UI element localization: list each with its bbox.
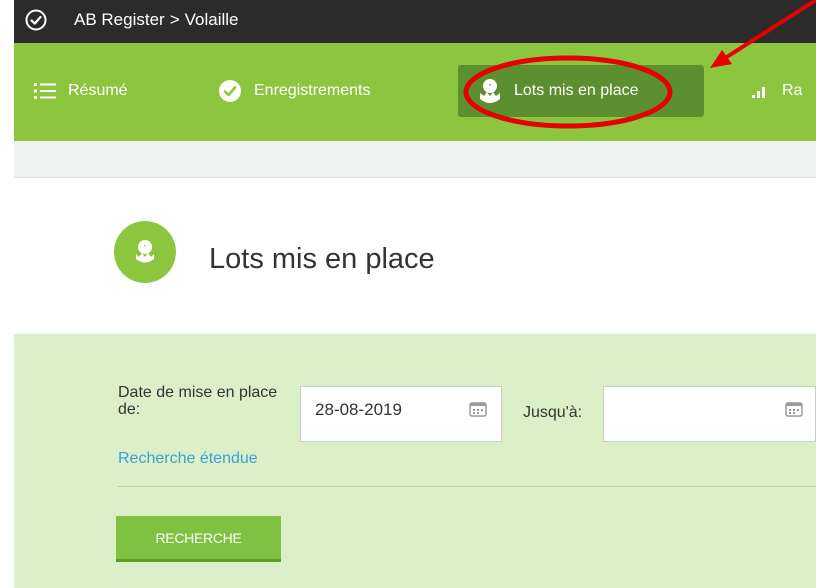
date-from-label: Date de mise en place de: (118, 384, 278, 418)
app-logo-check-icon (25, 9, 47, 31)
app-window: AB Register > Volaille Résumé Enregistreme… (14, 0, 816, 588)
advanced-search-link[interactable]: Recherche étendue (118, 450, 258, 468)
check-circle-icon (218, 79, 242, 103)
list-icon (34, 82, 56, 100)
search-button[interactable]: RECHERCHE (116, 516, 281, 562)
breadcrumb-app[interactable]: AB Register (74, 10, 165, 29)
date-from-input[interactable]: 28-08-2019 (300, 386, 502, 442)
nav-item-resume[interactable]: Résumé (34, 65, 128, 117)
top-bar: AB Register > Volaille (14, 0, 816, 43)
nav-item-label: Ra (782, 82, 803, 99)
nav-item-label: Lots mis en place (514, 82, 639, 99)
form-divider (118, 486, 816, 487)
nav-item-label: Résumé (68, 82, 128, 99)
signal-bars-icon (752, 84, 770, 98)
page-title: Lots mis en place (209, 243, 435, 275)
sub-header-strip (14, 141, 816, 178)
date-to-label: Jusqu'à: (523, 404, 583, 421)
main-nav: Résumé Enregistrements Lots mis en place… (14, 43, 816, 141)
nav-item-lots-mis-en-place[interactable]: Lots mis en place (458, 65, 704, 117)
calendar-icon[interactable] (785, 401, 803, 422)
page-chick-icon (114, 221, 176, 283)
breadcrumb: AB Register > Volaille (74, 10, 239, 30)
nav-item-enregistrements[interactable]: Enregistrements (218, 65, 371, 117)
calendar-icon[interactable] (469, 401, 487, 422)
chick-icon (478, 77, 502, 105)
nav-item-ra[interactable]: Ra (752, 65, 802, 117)
date-to-input[interactable] (603, 386, 816, 442)
nav-item-label: Enregistrements (254, 82, 371, 99)
date-from-value: 28-08-2019 (315, 400, 402, 419)
breadcrumb-section[interactable]: Volaille (185, 10, 239, 29)
breadcrumb-separator: > (169, 10, 180, 29)
